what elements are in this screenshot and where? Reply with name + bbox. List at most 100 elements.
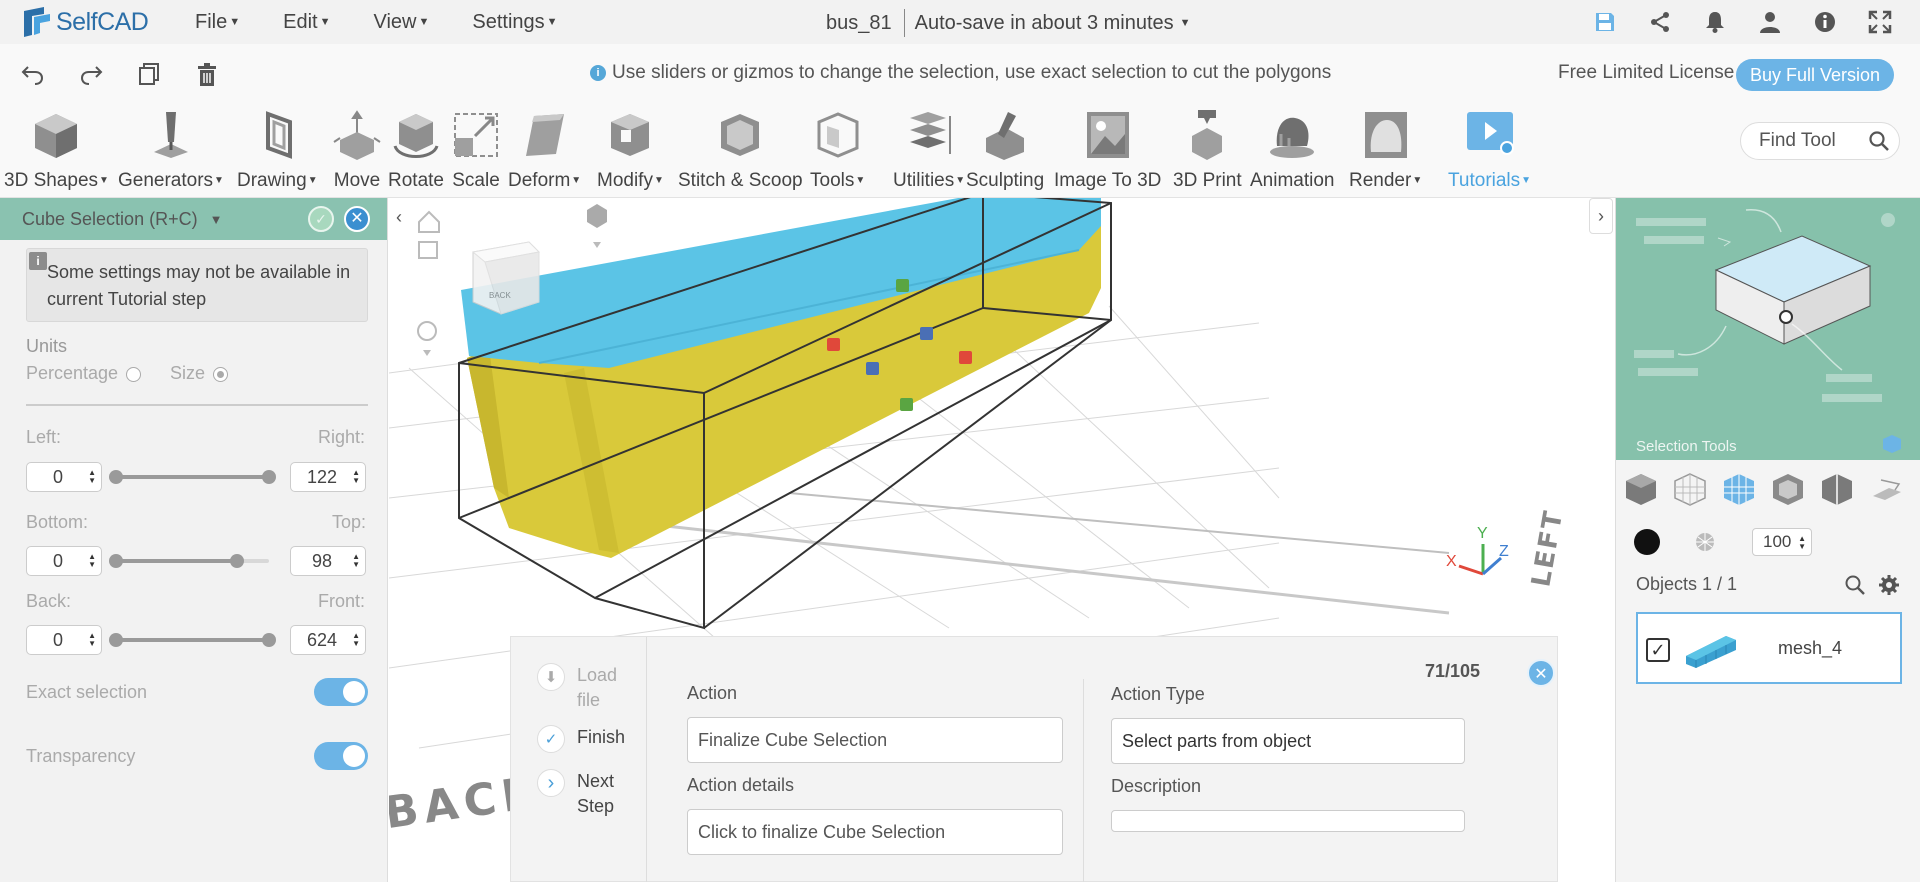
- slider-handle-max[interactable]: [262, 470, 276, 484]
- object-name: mesh_4: [1778, 638, 1843, 658]
- tool-stitch-scoop[interactable]: Stitch & Scoop: [678, 102, 803, 198]
- spinner-icon[interactable]: ▲ ▼: [88, 553, 96, 569]
- spinner-icon[interactable]: ▲ ▼: [88, 632, 96, 648]
- gear-icon[interactable]: [1878, 574, 1900, 596]
- menu-edit[interactable]: Edit ▼: [283, 11, 330, 34]
- tool-3d-shapes[interactable]: 3D Shapes▼: [4, 102, 109, 198]
- spinner-icon[interactable]: ▲ ▼: [352, 469, 360, 485]
- tool-move[interactable]: Move: [330, 102, 384, 198]
- right-panel: Selection Tools 100 ▲ ▼ Objects 1 / 1 ✓ me…: [1615, 198, 1920, 882]
- back-front-slider[interactable]: [109, 633, 276, 647]
- tool-3d-print[interactable]: 3D Print: [1173, 102, 1242, 198]
- tool-image-to-3d[interactable]: Image To 3D: [1054, 102, 1161, 198]
- transparency-toggle[interactable]: [314, 742, 368, 770]
- save-icon[interactable]: [1593, 10, 1617, 34]
- face-select-icon[interactable]: [1671, 470, 1709, 508]
- collapse-right-icon[interactable]: ›: [1589, 198, 1613, 234]
- tool-generators[interactable]: Generators▼: [118, 102, 224, 198]
- plane-select-icon[interactable]: [1867, 470, 1905, 508]
- left-right-slider[interactable]: [109, 470, 276, 484]
- object-select-icon[interactable]: [1622, 470, 1660, 508]
- chevron-down-icon: ▼: [307, 175, 318, 187]
- chevron-down-icon[interactable]: ▼: [1180, 17, 1191, 29]
- polygon-select-icon[interactable]: [1720, 470, 1758, 508]
- chevron-down-icon[interactable]: ▼: [210, 212, 223, 227]
- tool-animation[interactable]: Animation: [1250, 102, 1335, 198]
- spinner-icon[interactable]: ▲ ▼: [1798, 535, 1806, 551]
- spinner-icon[interactable]: ▲ ▼: [352, 553, 360, 569]
- selfcad-logo[interactable]: SelfCAD: [20, 5, 160, 39]
- vertex-select-icon[interactable]: [1818, 470, 1856, 508]
- cube-mini-icon[interactable]: [1880, 432, 1904, 456]
- front-input[interactable]: 624 ▲ ▼: [290, 625, 366, 655]
- buy-full-version-button[interactable]: Buy Full Version: [1736, 59, 1894, 91]
- tool-tutorials-label: Tutorials: [1448, 170, 1521, 191]
- menu-file[interactable]: File ▼: [195, 11, 240, 34]
- tool-tutorials[interactable]: Tutorials▼: [1448, 102, 1531, 198]
- share-icon[interactable]: [1648, 10, 1672, 34]
- wireframe-mode-icon[interactable]: [1694, 531, 1716, 553]
- collapse-left-icon[interactable]: ‹: [389, 200, 411, 236]
- confirm-icon[interactable]: ✓: [308, 206, 334, 232]
- tool-stitch-scoop-label: Stitch & Scoop: [678, 170, 803, 191]
- exact-selection-label: Exact selection: [26, 682, 148, 702]
- slider-handle-min[interactable]: [109, 633, 123, 647]
- solid-mode-icon[interactable]: [1634, 529, 1660, 555]
- copy-icon[interactable]: [136, 61, 162, 87]
- bell-icon[interactable]: [1703, 10, 1727, 34]
- step-next[interactable]: › Next Step: [537, 769, 627, 819]
- units-label: Units: [26, 336, 68, 356]
- search-icon[interactable]: [1844, 574, 1866, 596]
- object-visibility-checkbox[interactable]: ✓: [1646, 638, 1670, 662]
- help-icon[interactable]: [1813, 10, 1837, 34]
- right-input[interactable]: 122 ▲ ▼: [290, 462, 366, 492]
- fullscreen-icon[interactable]: [1868, 10, 1892, 34]
- bottom-input[interactable]: 0 ▲ ▼: [26, 546, 102, 576]
- tool-drawing[interactable]: Drawing▼: [237, 102, 318, 198]
- step-finish[interactable]: ✓ Finish: [537, 725, 625, 753]
- spinner-icon[interactable]: ▲ ▼: [352, 632, 360, 648]
- trash-icon[interactable]: [194, 61, 220, 87]
- tool-render[interactable]: Render▼: [1349, 102, 1422, 198]
- autosave-status[interactable]: Auto-save in about 3 minutes: [915, 12, 1174, 35]
- left-value: 0: [52, 466, 63, 487]
- slider-handle-min[interactable]: [109, 470, 123, 484]
- tool-sculpting[interactable]: Sculpting: [966, 102, 1044, 198]
- slider-handle-max[interactable]: [230, 554, 244, 568]
- opacity-input[interactable]: 100 ▲ ▼: [1752, 528, 1812, 556]
- tool-modify[interactable]: Modify▼: [597, 102, 664, 198]
- search-icon[interactable]: [1868, 130, 1890, 152]
- size-radio[interactable]: [213, 366, 229, 382]
- redo-icon[interactable]: [78, 61, 104, 87]
- tool-deform[interactable]: Deform▼: [508, 102, 581, 198]
- menu-settings[interactable]: Settings ▼: [472, 11, 557, 34]
- tool-utilities[interactable]: Utilities▼: [893, 102, 965, 198]
- bottom-top-slider[interactable]: [109, 554, 269, 568]
- slider-handle-max[interactable]: [262, 633, 276, 647]
- find-tool-input[interactable]: [1759, 130, 1864, 152]
- step-load-file[interactable]: ⬇ Load file: [537, 663, 637, 713]
- top-input[interactable]: 98 ▲ ▼: [290, 546, 366, 576]
- exact-selection-toggle[interactable]: [314, 678, 368, 706]
- spinner-icon[interactable]: ▲ ▼: [88, 469, 96, 485]
- menu-view[interactable]: View ▼: [373, 11, 429, 34]
- close-icon[interactable]: ✕: [1527, 659, 1555, 687]
- edge-select-icon[interactable]: [1769, 470, 1807, 508]
- percentage-radio[interactable]: [126, 366, 142, 382]
- document-title[interactable]: bus_81: [826, 12, 892, 35]
- back-input[interactable]: 0 ▲ ▼: [26, 625, 102, 655]
- axis-line: [638, 521, 1450, 615]
- selfcad-app: SelfCAD File ▼ Edit ▼ View ▼ Settings ▼ bus_…: [0, 0, 1920, 882]
- user-icon[interactable]: [1758, 10, 1782, 34]
- tool-tools[interactable]: Tools▼: [810, 102, 865, 198]
- object-row[interactable]: ✓ mesh_4: [1636, 612, 1902, 684]
- unit-percentage-option[interactable]: Percentage: [26, 363, 142, 384]
- slider-handle-min[interactable]: [109, 554, 123, 568]
- left-input[interactable]: 0 ▲ ▼: [26, 462, 102, 492]
- tool-scale[interactable]: Scale: [449, 102, 503, 198]
- action-details-field[interactable]: Click to finalize Cube Selection: [687, 809, 1063, 855]
- tool-rotate[interactable]: Rotate: [388, 102, 444, 198]
- unit-size-option[interactable]: Size: [170, 363, 229, 384]
- undo-icon[interactable]: [20, 61, 46, 87]
- close-icon[interactable]: ✕: [344, 206, 370, 232]
